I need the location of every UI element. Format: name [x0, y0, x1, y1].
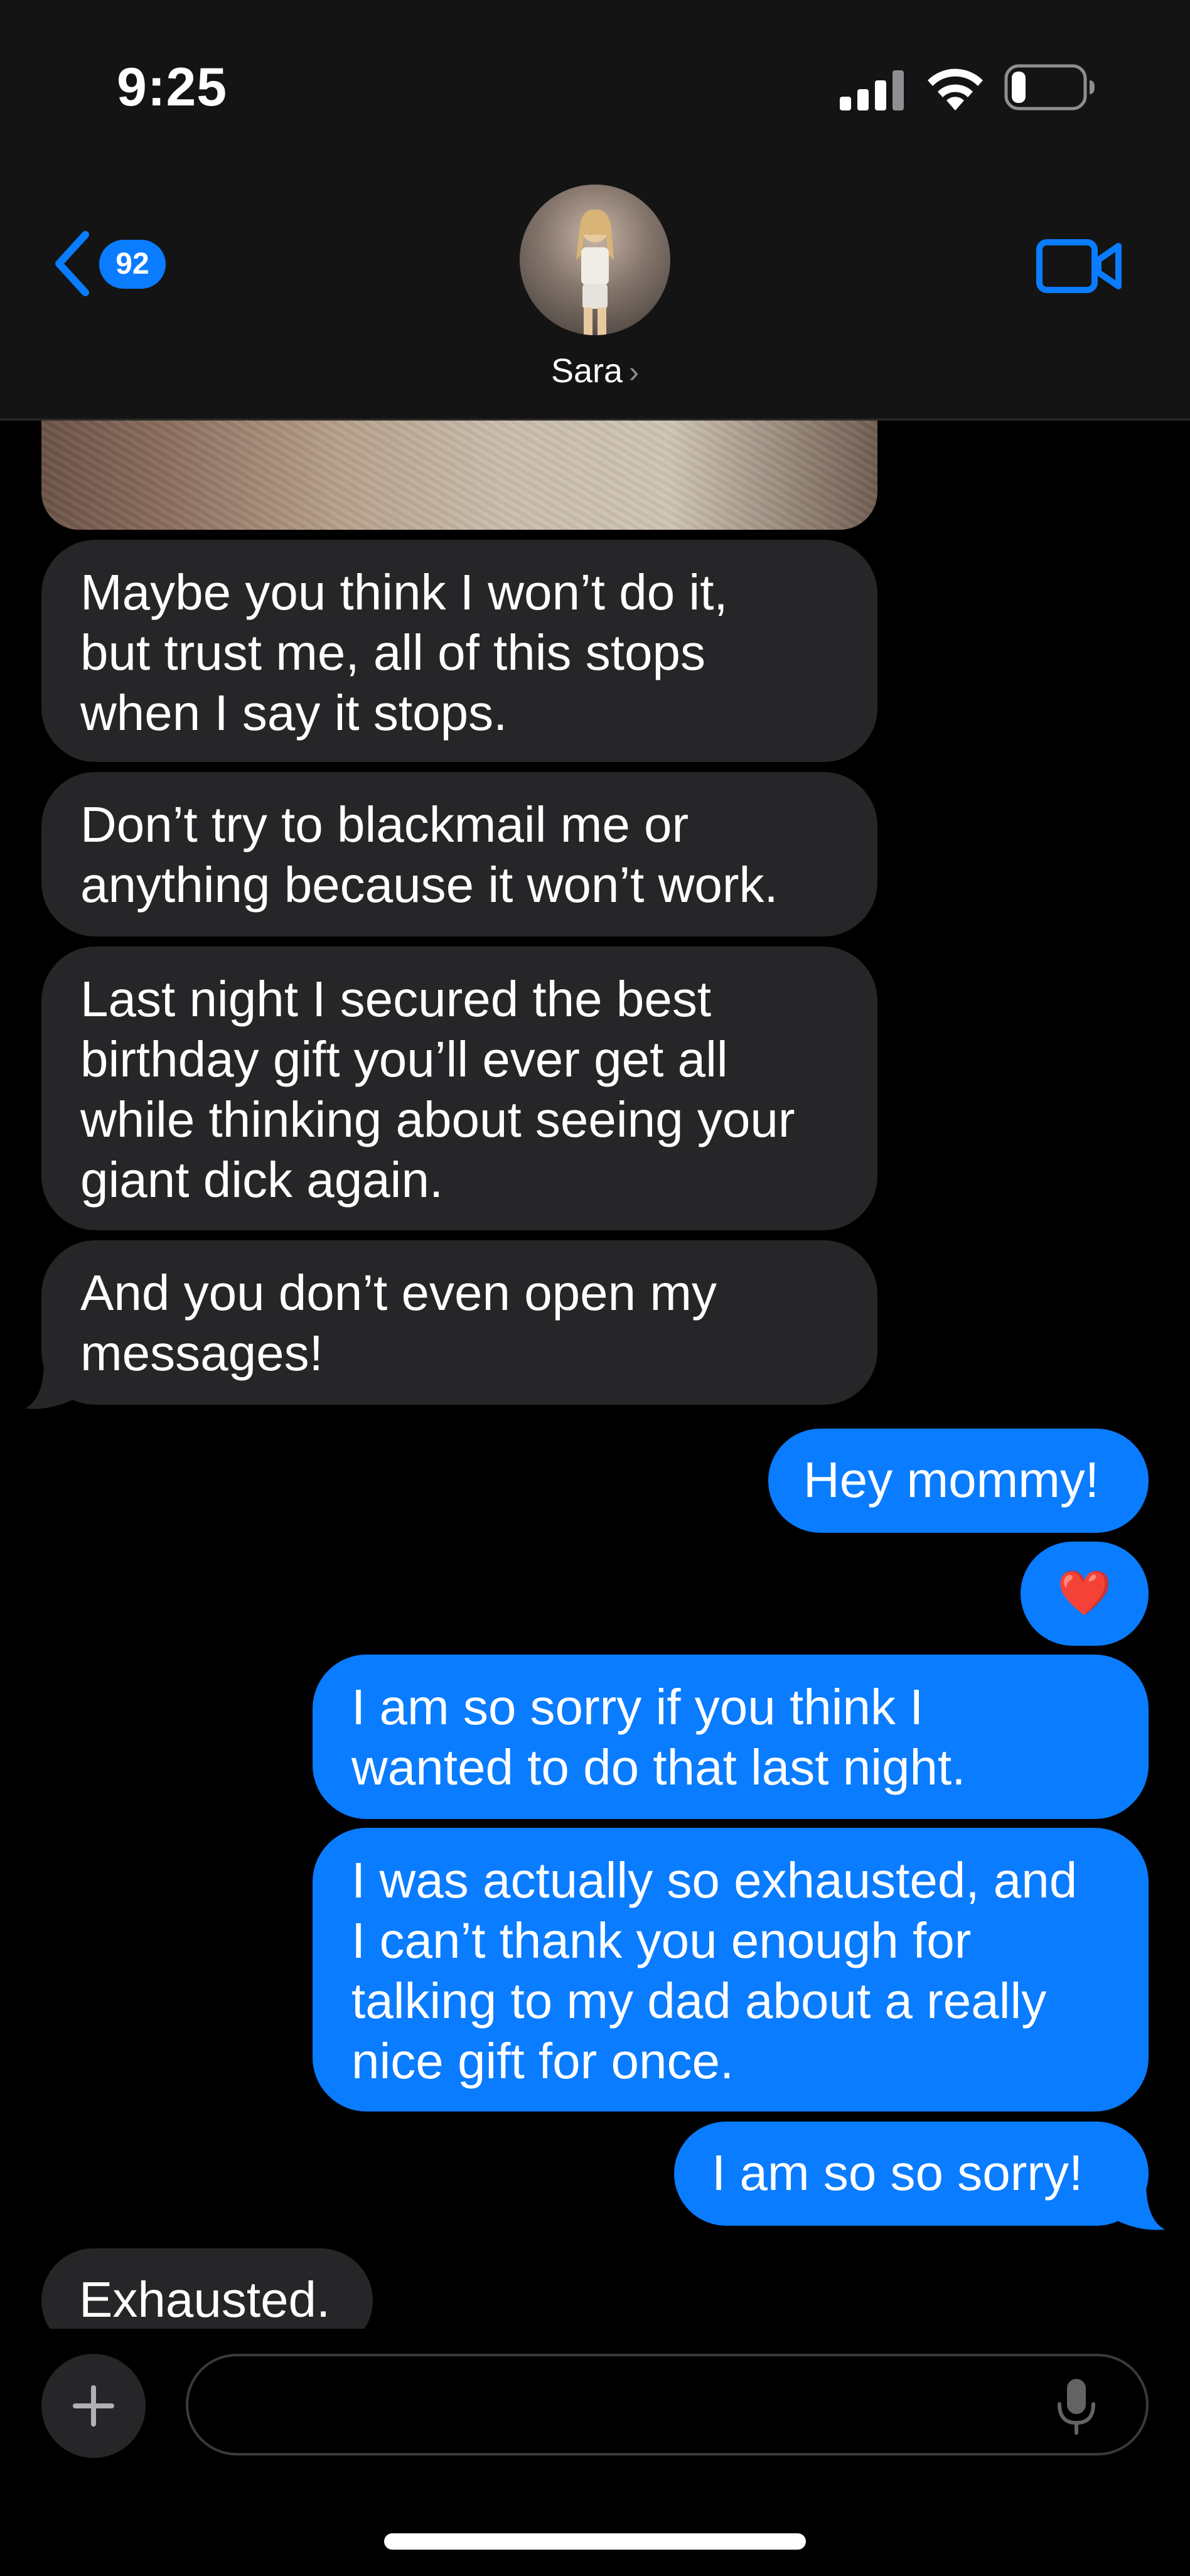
conversation-header: 9:25 92 Sara › — [0, 0, 1190, 421]
incoming-message[interactable]: Exhausted. — [41, 2248, 373, 2329]
cellular-signal-icon — [840, 70, 904, 110]
message-input[interactable] — [186, 2354, 1149, 2455]
microphone-icon[interactable] — [1054, 2378, 1098, 2435]
message-text: Exhausted. — [79, 2272, 331, 2327]
message-text: Don’t try to blackmail me or anything bec… — [80, 797, 778, 913]
wifi-icon — [928, 68, 983, 110]
outgoing-message[interactable]: Hey mommy! — [768, 1429, 1149, 1533]
heart-emoji: ❤️ — [1057, 1569, 1112, 1618]
unread-count-badge: 92 — [99, 240, 166, 289]
bubble-tail — [1115, 2182, 1165, 2230]
chevron-right-icon: › — [629, 356, 640, 389]
home-indicator[interactable] — [384, 2533, 806, 2550]
contact-name: Sara — [550, 352, 623, 390]
incoming-message[interactable]: Maybe you think I won’t do it, but trust … — [41, 540, 877, 762]
incoming-message[interactable]: And you don’t even open my messages! — [41, 1240, 877, 1405]
contact-name-button[interactable]: Sara › — [515, 352, 675, 398]
message-text: Hey mommy! — [803, 1452, 1100, 1508]
incoming-message[interactable]: Don’t try to blackmail me or anything bec… — [41, 772, 877, 936]
outgoing-message[interactable]: I am so sorry if you think Iwanted to do… — [313, 1655, 1149, 1819]
status-bar: 9:25 — [0, 0, 1190, 169]
compose-bar — [0, 2329, 1190, 2576]
bubble-tail — [25, 1361, 75, 1409]
video-camera-icon[interactable] — [1036, 236, 1123, 296]
outgoing-message[interactable]: I was actually so exhausted, and I can’t … — [313, 1828, 1149, 2112]
message-text: I am so sorry if you think Iwanted to do… — [351, 1679, 966, 1795]
outgoing-message[interactable]: I am so so sorry! — [674, 2122, 1149, 2226]
message-text: And you don’t even open my messages! — [80, 1265, 717, 1381]
back-button[interactable]: 92 — [44, 226, 176, 301]
message-text: Last night I secured the best birthday gi… — [80, 971, 795, 1208]
photo-content — [41, 421, 877, 530]
message-text: I am so so sorry! — [712, 2145, 1083, 2201]
status-time: 9:25 — [117, 57, 228, 117]
outgoing-message[interactable]: ❤️ — [1021, 1542, 1149, 1646]
message-list[interactable]: Maybe you think I won’t do it, but trust … — [0, 421, 1190, 2329]
battery-icon — [1004, 64, 1095, 110]
photo-message[interactable] — [41, 421, 877, 530]
chevron-left-icon — [55, 231, 89, 296]
incoming-message[interactable]: Last night I secured the best birthday gi… — [41, 947, 877, 1230]
add-attachment-button[interactable] — [41, 2354, 146, 2458]
message-text: Maybe you think I won’t do it, but trust … — [80, 564, 728, 741]
avatar-photo — [576, 209, 614, 335]
avatar[interactable] — [520, 185, 670, 335]
message-text: I was actually so exhausted, and I can’t … — [351, 1852, 1078, 2089]
plus-icon — [73, 2385, 114, 2427]
